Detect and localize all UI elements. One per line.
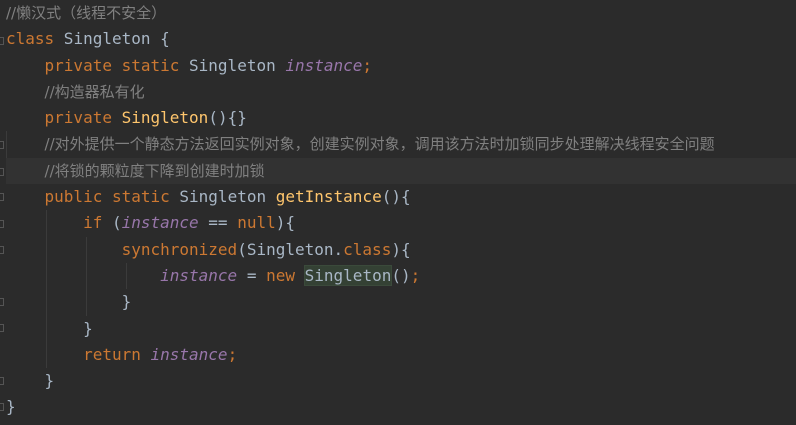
fold-marker-icon[interactable]: [0, 403, 4, 411]
keyword: class: [343, 239, 392, 259]
fold-marker-icon[interactable]: [0, 168, 4, 176]
code-line-12[interactable]: }: [6, 289, 796, 316]
field-name: instance: [160, 265, 238, 285]
indent-guide: [6, 131, 7, 158]
code-line-7[interactable]: //将锁的颗粒度下降到创建时加锁: [6, 157, 796, 185]
field-name: instance: [285, 55, 363, 75]
indent-guide: [86, 236, 87, 263]
field-name: instance: [121, 213, 199, 233]
indent-guide: [126, 262, 127, 290]
fold-marker-icon[interactable]: [0, 37, 4, 45]
code-line-9[interactable]: if (instance == null){: [6, 210, 796, 237]
punctuation: (){: [381, 187, 411, 207]
semicolon: ;: [362, 55, 373, 75]
keyword: return: [83, 344, 141, 364]
code-line-10[interactable]: synchronized(Singleton.class){: [6, 236, 796, 263]
fold-marker-icon[interactable]: [0, 141, 4, 149]
fold-marker-icon[interactable]: [0, 298, 4, 306]
fold-marker-icon[interactable]: [0, 220, 4, 228]
punctuation: (){}: [208, 108, 247, 128]
comment: //对外提供一个静态方法返回实例对象，创建实例对象，调用该方法时加锁同步处理解决…: [44, 135, 715, 154]
code-line-3[interactable]: private static Singleton instance;: [6, 53, 796, 79]
fold-marker-icon[interactable]: [0, 324, 4, 332]
type-name: Singleton: [179, 55, 286, 75]
fold-marker-icon[interactable]: [0, 193, 4, 201]
code-line-4[interactable]: //构造器私有化: [6, 79, 796, 105]
keyword: if: [83, 213, 103, 233]
keyword: null: [237, 213, 276, 233]
highlighted-reference[interactable]: Singleton: [303, 264, 393, 286]
comment: //构造器私有化: [44, 82, 145, 101]
method-name: getInstance: [275, 187, 382, 207]
fold-marker-icon[interactable]: [0, 246, 4, 254]
keyword: private: [44, 108, 112, 128]
punctuation: (: [102, 213, 122, 233]
closing-brace: }: [121, 292, 132, 312]
comment: //将锁的颗粒度下降到创建时加锁: [44, 161, 265, 180]
indent-guide: [46, 315, 47, 342]
code-line-8[interactable]: public static Singleton getInstance(){: [6, 184, 796, 210]
operator: ==: [198, 213, 238, 233]
closing-brace: }: [83, 318, 93, 338]
code-line-1[interactable]: //懒汉式（线程不安全）: [6, 0, 796, 26]
code-lines[interactable]: //懒汉式（线程不安全） class Singleton { private s…: [6, 0, 796, 421]
closing-brace: }: [6, 397, 16, 417]
indent-guide: [86, 262, 87, 290]
keyword: private static: [44, 55, 180, 75]
class-declaration: Singleton {: [54, 29, 170, 49]
semicolon: ;: [227, 344, 238, 364]
code-editor[interactable]: //懒汉式（线程不安全） class Singleton { private s…: [0, 0, 796, 425]
punctuation: ){: [275, 213, 295, 233]
code-line-15[interactable]: }: [6, 368, 796, 394]
comment: //懒汉式（线程不安全）: [6, 4, 167, 22]
field-name: instance: [150, 344, 228, 364]
indent-guide: [86, 289, 87, 316]
keyword: public static: [44, 187, 170, 207]
punctuation: (Singleton.: [237, 239, 344, 259]
code-line-2[interactable]: class Singleton {: [6, 26, 796, 52]
keyword: synchronized: [121, 239, 238, 259]
indent-guide: [46, 236, 47, 263]
closing-brace: }: [44, 371, 55, 391]
code-line-11[interactable]: instance = new Singleton();: [6, 262, 796, 290]
indent-guide: [46, 262, 47, 290]
indent-guide: [46, 210, 47, 237]
keyword: new: [266, 265, 295, 285]
code-line-6[interactable]: //对外提供一个静态方法返回实例对象，创建实例对象，调用该方法时加锁同步处理解决…: [6, 131, 796, 158]
punctuation: ){: [391, 239, 411, 259]
indent-guide: [46, 341, 47, 369]
punctuation: (): [391, 265, 411, 285]
code-line-5[interactable]: private Singleton(){}: [6, 105, 796, 131]
code-line-16[interactable]: }: [6, 394, 796, 420]
code-line-13[interactable]: }: [6, 315, 796, 342]
semicolon: ;: [410, 265, 421, 285]
fold-marker-icon[interactable]: [0, 377, 4, 385]
keyword: class: [6, 29, 55, 49]
indent-guide: [46, 289, 47, 316]
code-line-14[interactable]: return instance;: [6, 341, 796, 369]
type-name: Singleton: [169, 187, 276, 207]
operator: =: [237, 265, 267, 285]
method-name: Singleton: [121, 108, 209, 128]
